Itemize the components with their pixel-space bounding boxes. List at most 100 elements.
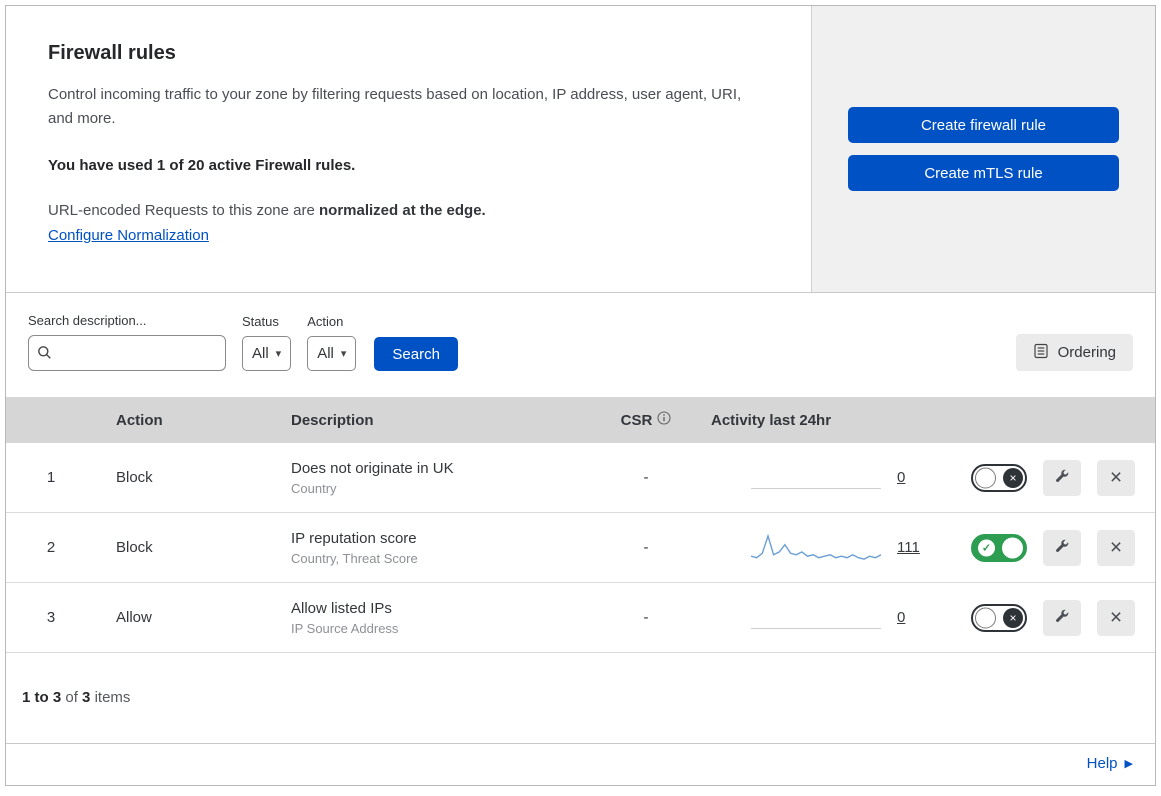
rule-activity-cell: 0 [701, 607, 951, 629]
delete-rule-button[interactable]: × [1097, 599, 1135, 636]
arrow-right-icon: ▶ [1124, 758, 1133, 770]
rule-enable-toggle[interactable]: ✓ [971, 533, 1027, 562]
header-csr-col: CSR [591, 411, 701, 429]
rule-controls: ✓ × [951, 529, 1155, 566]
ordering-button-label: Ordering [1057, 344, 1116, 361]
status-label: Status [242, 314, 279, 329]
chevron-down-icon: ▾ [275, 348, 282, 360]
toggle-knob [975, 467, 996, 488]
table-header: Action Description CSR Activity last 24h… [6, 397, 1155, 443]
activity-count-link[interactable]: 111 [897, 539, 920, 556]
rule-activity-cell: 111 [701, 531, 951, 565]
rule-csr-value: - [643, 469, 649, 486]
rule-controls: × × [951, 459, 1155, 496]
close-icon: × [1109, 466, 1123, 489]
activity-sparkline-svg [751, 533, 881, 560]
pagination-of: of [65, 689, 78, 706]
rule-priority: 1 [46, 469, 56, 486]
rule-action: Block [116, 469, 153, 486]
status-dropdown[interactable]: All ▾ [242, 336, 292, 371]
header-action-col: Action [116, 411, 163, 429]
pagination-range: 1 to 3 [22, 689, 62, 706]
rule-enable-toggle[interactable]: × [971, 603, 1027, 632]
toggle-knob [1002, 537, 1023, 558]
action-label: Action [307, 314, 344, 329]
pagination-total: 3 [82, 689, 91, 706]
normalization-text: URL-encoded Requests to this zone are no… [48, 202, 769, 219]
normalization-text-bold: normalized at the edge. [319, 202, 486, 219]
configure-normalization-link[interactable]: Configure Normalization [48, 227, 209, 244]
search-label: Search description... [28, 313, 147, 328]
search-button[interactable]: Search [374, 337, 458, 371]
close-icon: × [1109, 536, 1123, 559]
rule-description: Does not originate in UK [291, 459, 454, 477]
list-icon [1033, 343, 1049, 363]
help-row: Help ▶ [6, 743, 1155, 785]
help-link[interactable]: Help ▶ [1087, 755, 1133, 772]
rule-action: Block [116, 539, 153, 556]
search-group: Search description... [28, 313, 226, 371]
delete-rule-button[interactable]: × [1097, 459, 1135, 496]
rule-activity-cell: 0 [701, 467, 951, 489]
rule-priority: 3 [46, 609, 56, 626]
rule-description-cell[interactable]: Allow listed IPs IP Source Address [271, 600, 591, 636]
action-dropdown[interactable]: All ▾ [307, 336, 357, 371]
page-description: Control incoming traffic to your zone by… [48, 86, 742, 127]
toggle-state-icon: × [1003, 467, 1023, 488]
header-description-col: Description [291, 411, 374, 429]
wrench-icon [1054, 538, 1070, 557]
edit-rule-button[interactable] [1043, 599, 1081, 636]
toggle-state-icon: × [1003, 607, 1023, 628]
rule-enable-toggle[interactable]: × [971, 463, 1027, 492]
search-input[interactable] [28, 335, 226, 371]
info-icon[interactable] [657, 411, 671, 429]
activity-sparkline [751, 467, 881, 489]
rule-description: Allow listed IPs [291, 599, 392, 617]
toggle-state-icon: ✓ [978, 539, 995, 556]
rule-description-cell[interactable]: IP reputation score Country, Threat Scor… [271, 530, 591, 566]
firewall-rules-card: Firewall rules Control incoming traffic … [5, 5, 1156, 786]
activity-count-link[interactable]: 0 [897, 469, 905, 486]
delete-rule-button[interactable]: × [1097, 529, 1135, 566]
rule-criteria: Country [291, 480, 337, 496]
activity-count-link[interactable]: 0 [897, 609, 905, 626]
create-firewall-rule-button[interactable]: Create firewall rule [848, 107, 1119, 143]
rule-description-cell[interactable]: Does not originate in UK Country [271, 460, 591, 496]
ordering-button[interactable]: Ordering [1015, 334, 1133, 371]
rule-priority: 2 [46, 539, 56, 556]
activity-sparkline [751, 531, 881, 565]
header-text-block: Firewall rules Control incoming traffic … [6, 6, 811, 292]
help-link-label: Help [1086, 755, 1118, 772]
usage-summary: You have used 1 of 20 active Firewall ru… [48, 157, 356, 174]
table-row: 3 Allow Allow listed IPs IP Source Addre… [6, 583, 1155, 653]
table-row: 2 Block IP reputation score Country, Thr… [6, 513, 1155, 583]
activity-sparkline [751, 607, 881, 629]
header-csr-label: CSR [620, 411, 653, 429]
rule-csr-value: - [643, 609, 649, 626]
search-icon [37, 345, 52, 365]
wrench-icon [1054, 608, 1070, 627]
rule-csr-value: - [643, 539, 649, 556]
header-actions-panel: Create firewall rule Create mTLS rule [811, 6, 1155, 292]
header-section: Firewall rules Control incoming traffic … [6, 6, 1155, 293]
rule-controls: × × [951, 599, 1155, 636]
pagination-summary: 1 to 3 of 3 items [6, 653, 1155, 722]
create-mtls-rule-button[interactable]: Create mTLS rule [848, 155, 1119, 191]
edit-rule-button[interactable] [1043, 459, 1081, 496]
edit-rule-button[interactable] [1043, 529, 1081, 566]
header-activity-col: Activity last 24hr [711, 411, 832, 429]
pagination-items: items [94, 689, 131, 706]
action-dropdown-value: All [317, 345, 334, 362]
status-filter-group: Status All ▾ [242, 314, 292, 371]
search-box [28, 335, 226, 371]
chevron-down-icon: ▾ [340, 348, 347, 360]
normalization-text-plain: URL-encoded Requests to this zone are [48, 202, 319, 219]
rule-description: IP reputation score [291, 529, 417, 547]
page-title: Firewall rules [48, 42, 176, 64]
action-filter-group: Action All ▾ [307, 314, 357, 371]
filter-bar: Search description... Status All ▾ Actio… [6, 293, 1155, 397]
close-icon: × [1109, 606, 1123, 629]
wrench-icon [1054, 468, 1070, 487]
toggle-knob [975, 607, 996, 628]
table-row: 1 Block Does not originate in UK Country… [6, 443, 1155, 513]
